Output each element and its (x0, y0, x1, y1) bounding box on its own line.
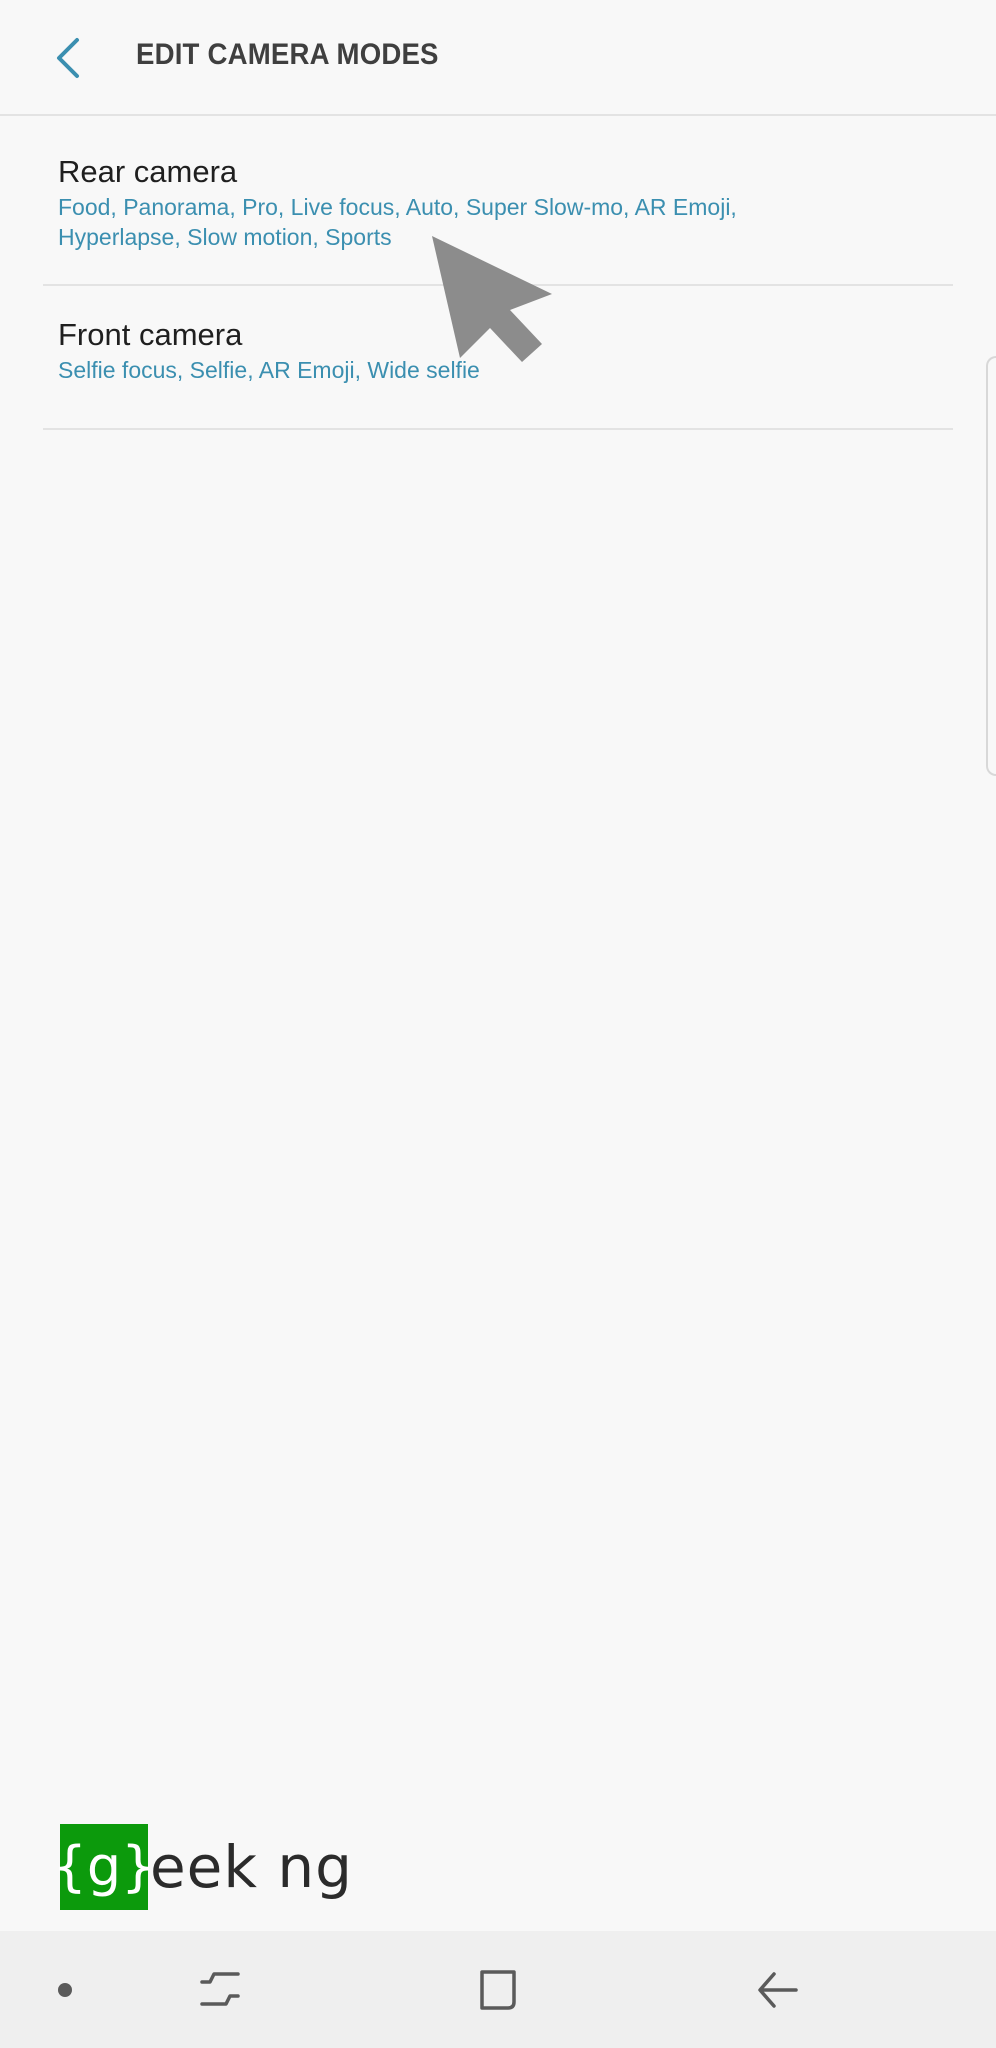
recent-apps-icon (200, 1971, 240, 2006)
rear-camera-title: Rear camera (58, 154, 238, 189)
nav-dot-button[interactable] (30, 1931, 100, 2048)
dot-icon (58, 1982, 72, 1997)
geek-ng-watermark: {g} eek ng (53, 1824, 353, 1910)
app-header: EDIT CAMERA MODES (0, 0, 996, 116)
page-title: EDIT CAMERA MODES (136, 38, 439, 71)
chevron-left-icon (57, 38, 79, 78)
back-arrow-icon (758, 1971, 798, 2008)
home-icon (480, 1969, 516, 2010)
edge-panel-handle[interactable] (986, 356, 996, 776)
watermark-logo-text: eek ng (150, 1833, 353, 1901)
pointer-arrow-icon (432, 236, 552, 362)
back-button[interactable] (40, 30, 96, 86)
nav-back-button[interactable] (738, 1931, 818, 2048)
recent-apps-button[interactable] (180, 1931, 260, 2048)
watermark-logo-box: {g} (53, 1824, 156, 1910)
navigation-bar (0, 1931, 996, 2048)
home-button[interactable] (458, 1931, 538, 2048)
